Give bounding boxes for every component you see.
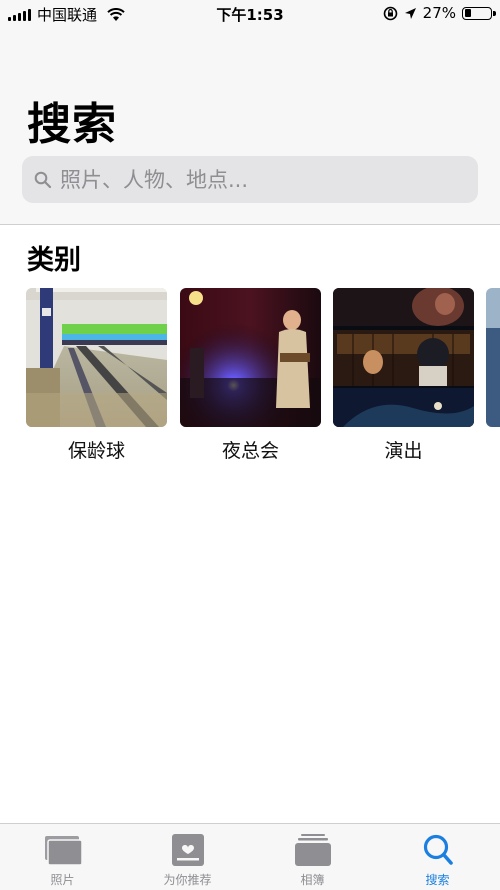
nightclub-thumbnail (180, 288, 321, 427)
magnifier-icon (34, 171, 52, 188)
status-bar: 中国联通 下午1:53 27% (0, 0, 500, 28)
divider (0, 224, 500, 225)
tab-label: 照片 (50, 873, 75, 887)
tab-albums[interactable]: 相簿 (250, 824, 375, 890)
battery-percent: 27% (422, 4, 456, 22)
battery-fill (464, 9, 471, 17)
albums-icon (294, 834, 331, 866)
category-label: 保龄球 (67, 440, 125, 462)
tab-label: 相簿 (300, 873, 325, 887)
tab-label: 为你推荐 (163, 873, 212, 887)
category-partial[interactable] (486, 288, 500, 427)
search-bar[interactable] (22, 156, 478, 203)
rotation-lock-icon (383, 6, 397, 20)
photos-icon (44, 836, 83, 866)
tab-for-you[interactable]: 为你推荐 (125, 824, 250, 890)
search-input[interactable] (60, 167, 460, 192)
categories-row[interactable]: 保龄球 夜总会 演出 (0, 288, 500, 468)
location-icon (404, 7, 416, 19)
search-icon (423, 834, 453, 865)
bowling-thumbnail (26, 288, 167, 427)
tab-search[interactable]: 搜索 (375, 824, 500, 890)
tab-label: 搜索 (425, 873, 450, 887)
status-right: 27% (383, 4, 496, 22)
page-title: 搜索 (27, 99, 117, 150)
category-label: 夜总会 (221, 440, 279, 462)
categories-title: 类别 (27, 245, 81, 276)
tab-photos[interactable]: 照片 (0, 824, 125, 890)
for-you-icon (171, 834, 204, 866)
battery-icon (462, 6, 496, 20)
performance-thumbnail (333, 288, 474, 427)
partial-thumbnail (486, 288, 500, 427)
category-nightclub[interactable]: 夜总会 (180, 288, 321, 463)
category-label: 演出 (384, 440, 423, 462)
category-performance[interactable]: 演出 (333, 288, 474, 463)
tab-bar: 照片 为你推荐 相簿 搜索 (0, 823, 500, 890)
category-bowling[interactable]: 保龄球 (26, 288, 167, 463)
